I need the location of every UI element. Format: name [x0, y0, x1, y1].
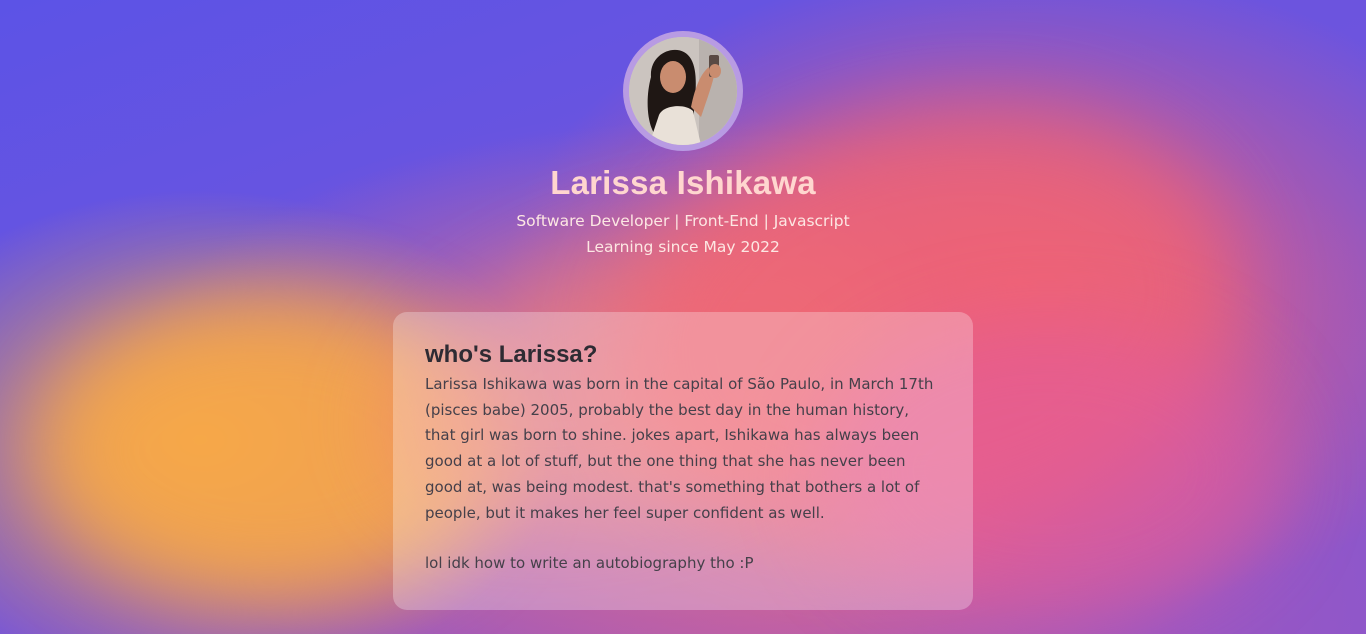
about-heading: who's Larissa?	[425, 341, 598, 368]
about-paragraph: Larissa Ishikawa was born in the capital…	[425, 375, 934, 522]
learning-since: Learning since May 2022	[586, 238, 780, 256]
about-paragraph-joke: lol idk how to write an autobiography th…	[425, 554, 754, 573]
profile-name: Larissa Ishikawa	[550, 164, 816, 201]
avatar-photo	[629, 37, 737, 145]
profile-photo-image	[629, 37, 737, 145]
profile-subtitle: Software Developer | Front-End | Javascr…	[516, 212, 850, 230]
avatar	[623, 31, 743, 151]
about-card: who's Larissa? Larissa Ishikawa was born…	[393, 312, 973, 610]
